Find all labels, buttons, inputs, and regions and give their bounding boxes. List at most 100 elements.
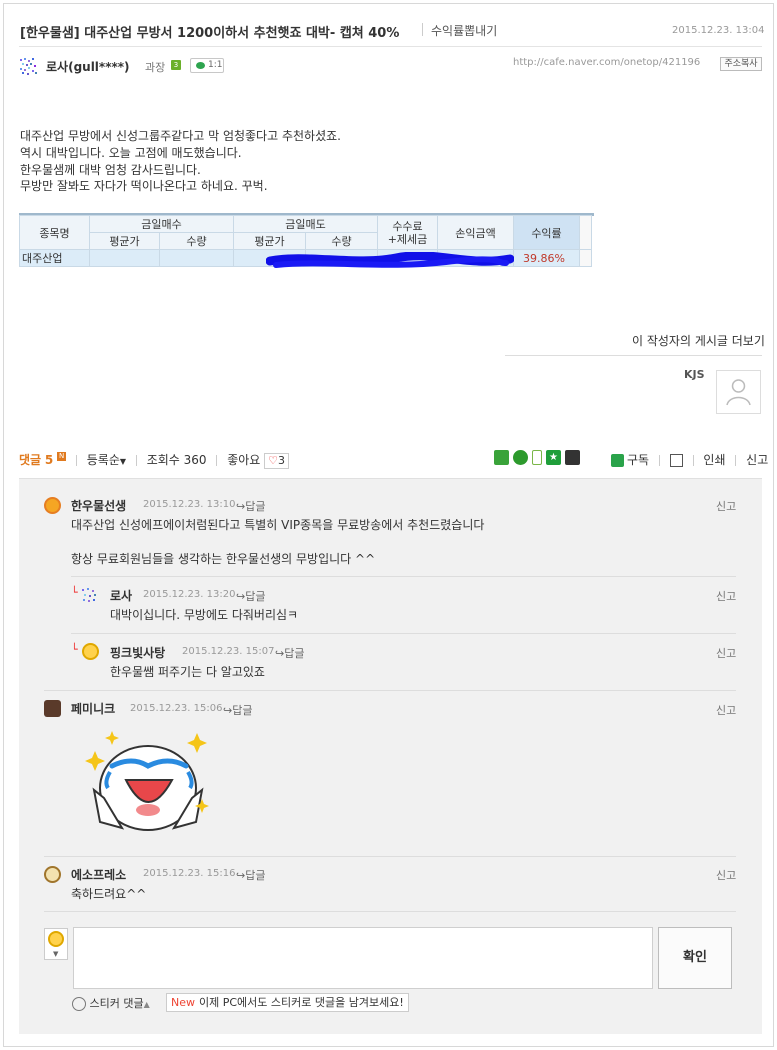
me2day-icon[interactable] (513, 450, 528, 465)
chat-button[interactable]: 1:1 (190, 58, 224, 73)
girl-avatar-icon (82, 643, 99, 660)
th-sell-avg: 평균가 (233, 232, 306, 250)
star-icon[interactable]: ★ (546, 450, 561, 465)
comment-report-button[interactable]: 신고 (716, 702, 736, 718)
laughing-sticker-icon (85, 731, 209, 831)
share-icon[interactable] (669, 454, 683, 467)
th-sell: 금일매도 (233, 215, 378, 233)
reply-button[interactable]: ↪답글 (236, 588, 265, 604)
phone-icon[interactable] (532, 450, 542, 465)
divider (692, 455, 694, 466)
like-count: 3 (278, 454, 286, 467)
divider (19, 46, 762, 47)
caret-up-icon: ▲ (143, 1000, 150, 1009)
divider (216, 455, 218, 466)
cell-empty (159, 249, 234, 267)
divider (505, 355, 762, 356)
like-label: 좋아요 (227, 453, 261, 467)
comment-bar: 댓글 5 N 등록순▼ 조회수 360 좋아요 ♡3 (19, 451, 290, 469)
view-count: 조회수 360 (146, 453, 207, 467)
signature-name: KJS (684, 368, 705, 381)
comment-text: 축하드려요^^ (71, 887, 147, 901)
cell-stock: 대주산업 (19, 249, 90, 267)
post-actions: 구독 인쇄 신고 (611, 451, 768, 468)
comment-date: 2015.12.23. 15:07 (182, 646, 275, 657)
th-fee: 수수료 +제세금 (377, 215, 438, 250)
post-url[interactable]: http://cafe.naver.com/onetop/421196 (513, 57, 700, 68)
comment-report-button[interactable]: 신고 (716, 867, 736, 883)
divider (44, 911, 736, 912)
comment-date: 2015.12.23. 13:10 (143, 499, 236, 510)
subscribe-button[interactable]: 구독 (627, 453, 649, 467)
share-icons: ★ (494, 450, 584, 465)
heart-icon: ♡ (268, 454, 279, 467)
print-button[interactable]: 인쇄 (703, 453, 725, 467)
reply-label: 답글 (245, 869, 266, 882)
reply-button[interactable]: ↪답글 (236, 498, 265, 514)
reply-button[interactable]: ↪답글 (236, 867, 265, 883)
reply-button[interactable]: ↪답글 (275, 645, 304, 661)
my-avatar-selector[interactable]: ▼ (44, 928, 68, 960)
divider (658, 455, 660, 466)
blog-icon[interactable] (494, 450, 509, 465)
post-title: [한우물샘] 대주산업 무방서 1200이하서 추천햇죠 대박- 캡쳐 40% (20, 26, 400, 41)
comment-report-button[interactable]: 신고 (716, 588, 736, 604)
new-badge: N (57, 452, 67, 461)
comment-text: 항상 무료회원님들을 생각하는 한우물선생의 무방입니다 ^^ (71, 552, 376, 566)
divider (71, 633, 736, 634)
reply-label: 답글 (232, 704, 253, 717)
submit-comment-button[interactable]: 확인 (658, 927, 732, 989)
author-avatar-icon[interactable] (19, 57, 39, 77)
copy-url-button[interactable]: 주소복사 (720, 57, 762, 71)
divider (44, 856, 736, 857)
sort-select[interactable]: 등록순▼ (87, 453, 126, 467)
reply-indent-icon: └ (71, 643, 78, 656)
smile-icon (72, 997, 86, 1011)
th-fee-line1: 수수료 (392, 219, 423, 233)
comment-author[interactable]: 로사 (110, 587, 132, 604)
chat-bubble-icon (196, 62, 205, 69)
like-button[interactable]: ♡3 (264, 453, 290, 469)
comment-text: 한우물쌤 퍼주기는 다 알고있죠 (110, 665, 265, 679)
signature-avatar (716, 370, 761, 414)
person-avatar-icon (44, 700, 61, 717)
new-label: New (171, 996, 195, 1009)
comment-report-button[interactable]: 신고 (716, 645, 736, 661)
comment-author[interactable]: 페미니크 (71, 700, 115, 717)
author-avatar-icon (82, 588, 96, 602)
comment-author[interactable]: 핑크빛사탕 (110, 644, 165, 661)
girl-avatar-icon (48, 931, 64, 947)
reply-button[interactable]: ↪답글 (223, 702, 252, 718)
reply-label: 답글 (245, 590, 266, 603)
post-body-line: 무방만 잘봐도 자다가 떡이나온다고 하네요. 꾸벅. (20, 179, 268, 193)
sticker-comment-toggle[interactable]: 스티커 댓글▲ (72, 995, 150, 1011)
post-body-line: 역시 대박입니다. 오늘 고점에 매도했습니다. (20, 146, 242, 160)
comment-report-button[interactable]: 신고 (716, 498, 736, 514)
notice-text: 이제 PC에서도 스티커로 댓글을 남겨보세요! (199, 996, 404, 1009)
cell-filler (579, 249, 592, 267)
chevron-down-icon: ▼ (53, 950, 59, 958)
th-buy-qty: 수량 (159, 232, 234, 250)
comment-input[interactable] (73, 927, 653, 989)
coffee-avatar-icon (44, 866, 61, 883)
category-link[interactable]: 수익률뽑내기 (431, 22, 497, 39)
comment-count: 5 (44, 453, 54, 467)
reply-arrow-icon: ↪ (236, 500, 246, 513)
rss-icon[interactable] (611, 454, 624, 467)
comment-text: 대박이십니다. 무방에도 다줘버리심ㅋ (110, 608, 299, 622)
reply-indent-icon: └ (71, 586, 78, 599)
post-body-line: 대주산업 무방에서 신성그룹주같다고 막 엄청좋다고 추천하셨죠. (20, 129, 341, 143)
th-buy-avg: 평균가 (89, 232, 160, 250)
default-profile-icon (726, 379, 751, 406)
comment-date: 2015.12.23. 13:20 (143, 589, 236, 600)
reply-label: 답글 (245, 500, 266, 513)
divider (135, 455, 137, 466)
divider (71, 576, 736, 577)
more-posts-link[interactable]: 이 작성자의 게시글 더보기 (632, 332, 765, 349)
comment-author[interactable]: 한우물선생 (71, 497, 126, 514)
pholar-icon[interactable] (565, 450, 580, 465)
report-button[interactable]: 신고 (746, 453, 768, 467)
comment-author[interactable]: 에소프레소 (71, 866, 126, 883)
th-fee-line2: +제세금 (387, 232, 428, 246)
author-name[interactable]: 로사(gull****) (46, 58, 130, 75)
